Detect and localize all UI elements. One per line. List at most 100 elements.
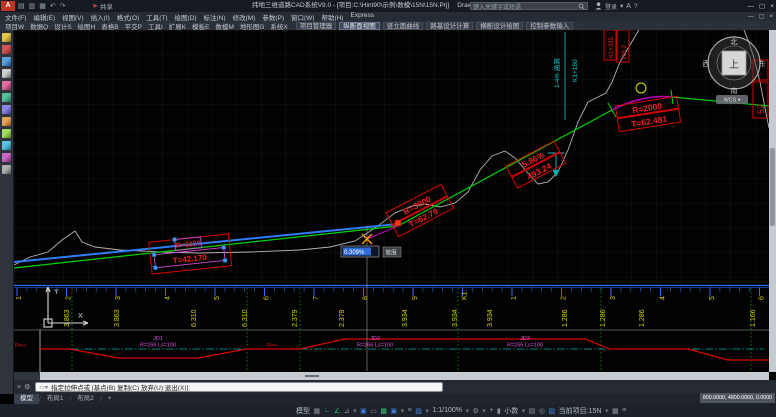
hint-menu-地形图G[interactable]: 地形图G [240, 21, 265, 31]
hint-menu-项目W[interactable]: 项目W [5, 21, 24, 31]
status-icon-24[interactable]: ◎ [539, 407, 545, 415]
side-tool-8-icon[interactable] [2, 117, 11, 126]
grip[interactable] [153, 265, 157, 269]
hint-menu-设计S[interactable]: 设计S [54, 21, 71, 31]
doc-restore-button[interactable]: ▢ [759, 13, 765, 20]
vscroll-thumb[interactable] [770, 148, 775, 226]
hint-menu-绘图H[interactable]: 绘图H [78, 21, 96, 31]
hint-menu-工具I[interactable]: 工具I [148, 21, 163, 31]
status-icon-4[interactable]: ∠ [334, 407, 340, 415]
quick-tool-4-icon[interactable]: ↶ [50, 2, 56, 10]
status-icon-11[interactable]: ▾ [401, 407, 405, 415]
close-button[interactable]: × [770, 3, 774, 10]
tab-布局2[interactable]: 布局2 [71, 394, 100, 404]
hint-menu-系统X[interactable]: 系统X [270, 21, 287, 31]
tab-+[interactable]: + [102, 394, 118, 404]
status-icon-18[interactable]: ▾ [482, 407, 486, 415]
side-tool-6-icon[interactable] [2, 93, 11, 102]
status-icon-2[interactable]: ▦ [314, 407, 321, 415]
hscroll-thumb[interactable] [305, 375, 319, 377]
status-icon-15[interactable]: 1:1/100% [432, 407, 462, 414]
doc-minimize-button[interactable]: — [748, 14, 754, 20]
status-icon-21[interactable]: 小数 [504, 406, 518, 416]
autodesk-a-icon[interactable]: A [626, 3, 631, 10]
status-icon-7[interactable]: ▣ [360, 407, 367, 415]
viewcube-south[interactable]: 南 [731, 86, 738, 95]
hint-menu-扩展K[interactable]: 扩展K [169, 21, 186, 31]
hint-button-控制参数输入[interactable]: 控制参数输入 [526, 22, 573, 30]
side-tool-9-icon[interactable] [2, 129, 11, 138]
help-icon[interactable]: ? [634, 3, 638, 10]
status-icon-16[interactable]: ▾ [466, 407, 470, 415]
status-icon-8[interactable]: ▭ [370, 407, 377, 415]
grip[interactable] [223, 258, 227, 262]
menu-Express[interactable]: Express [350, 12, 373, 22]
hint-menu-模板E[interactable]: 模板E [192, 21, 209, 31]
status-icon-19[interactable]: + [489, 407, 493, 414]
command-input[interactable]: ▭▾ 指定拉伸点或 [基点(B) 复制(C) 放弃(U) 退出(X)]: [35, 382, 443, 392]
side-tool-5-icon[interactable] [2, 81, 11, 90]
tab-布局1[interactable]: 布局1 [41, 394, 70, 404]
horizontal-scrollbar[interactable] [40, 372, 769, 380]
grip[interactable] [152, 253, 156, 257]
side-tool-2-icon[interactable] [2, 45, 11, 54]
status-icon-10[interactable]: ▣ [391, 407, 398, 415]
side-tool-3-icon[interactable] [2, 57, 11, 66]
hint-button-项目管理器[interactable]: 项目管理器 [296, 22, 337, 30]
vertical-scrollbar[interactable] [769, 30, 776, 372]
search-icon[interactable] [578, 3, 585, 10]
status-icon-6[interactable]: ▾ [353, 407, 357, 415]
share-button[interactable]: ➤ 共享 [92, 0, 113, 12]
user-icon[interactable] [595, 2, 602, 10]
maximize-button[interactable]: ▢ [759, 2, 765, 10]
status-icon-27[interactable]: ▾ [605, 407, 609, 415]
side-tool-10-icon[interactable] [2, 141, 11, 150]
side-tool-12-icon[interactable] [2, 165, 11, 174]
side-tool-11-icon[interactable] [2, 153, 11, 162]
viewcube-north[interactable]: 北 [731, 38, 738, 46]
search-input[interactable]: 键入关键字或短语 [470, 2, 588, 10]
hint-menu-数据Q[interactable]: 数据Q [30, 21, 48, 31]
quick-tool-1-icon[interactable]: ▤ [18, 2, 25, 10]
hint-button-路基设计计算[interactable]: 路基设计计算 [426, 22, 473, 30]
status-icon-29[interactable]: ≡ [622, 407, 626, 414]
quick-tool-5-icon[interactable]: ↷ [60, 2, 66, 10]
status-icon-14[interactable]: ▾ [425, 407, 429, 415]
grip[interactable] [172, 237, 176, 241]
quick-tool-3-icon[interactable]: ▦ [39, 2, 46, 10]
status-icon-28[interactable]: ▩ [612, 407, 619, 415]
status-icon-3[interactable]: ∟ [324, 407, 331, 414]
minimize-button[interactable]: — [748, 3, 755, 10]
status-icon-26[interactable]: 当前项目:15N [559, 406, 602, 416]
status-icon-1[interactable]: 模型 [296, 406, 310, 416]
hint-menu-表格B[interactable]: 表格B [101, 21, 118, 31]
app-logo-icon[interactable]: A [1, 1, 15, 11]
status-icon-20[interactable]: ▮ [497, 407, 501, 415]
viewcube-west[interactable]: 西 [703, 60, 710, 68]
profile-view[interactable]: 123456789K11234563.8633.8636.3106.3102.3… [14, 30, 769, 372]
drawing-canvas[interactable]: 123456789K11234563.8633.8636.3106.3102.3… [14, 30, 769, 372]
hint-button-横断设计绘图[interactable]: 横断设计绘图 [476, 22, 523, 30]
status-icon-13[interactable]: ▨ [415, 407, 422, 415]
status-icon-12[interactable]: ≡ [408, 407, 412, 414]
hint-button-纵断面视图[interactable]: 纵断面视图 [339, 22, 380, 30]
hot-grip[interactable] [395, 220, 401, 226]
status-icon-9[interactable]: ▩ [380, 407, 387, 415]
hint-menu-数模M[interactable]: 数模M [215, 21, 233, 31]
status-icon-23[interactable]: ▤ [529, 407, 536, 415]
grip[interactable] [222, 245, 226, 249]
cart-icon[interactable]: ▾ [620, 2, 623, 10]
side-tool-4-icon[interactable] [2, 69, 11, 78]
status-icon-22[interactable]: ▾ [522, 407, 526, 415]
dynamic-input[interactable]: 0.309% 坡度 [341, 246, 401, 257]
menu-窗口(W)[interactable]: 窗口(W) [291, 12, 314, 22]
status-icon-5[interactable]: ⊿ [344, 407, 350, 415]
tab-模型[interactable]: 模型 [14, 394, 39, 404]
menu-帮助(H)[interactable]: 帮助(H) [321, 12, 343, 22]
command-close-icon[interactable]: × [17, 384, 21, 391]
hint-menu-平交P[interactable]: 平交P [125, 21, 142, 31]
viewcube-east[interactable]: 东 [759, 59, 766, 68]
doc-close-button[interactable]: × [769, 14, 773, 20]
signin-button[interactable]: 登录 [605, 2, 617, 11]
wrench-icon[interactable]: ⚙ [24, 383, 30, 391]
